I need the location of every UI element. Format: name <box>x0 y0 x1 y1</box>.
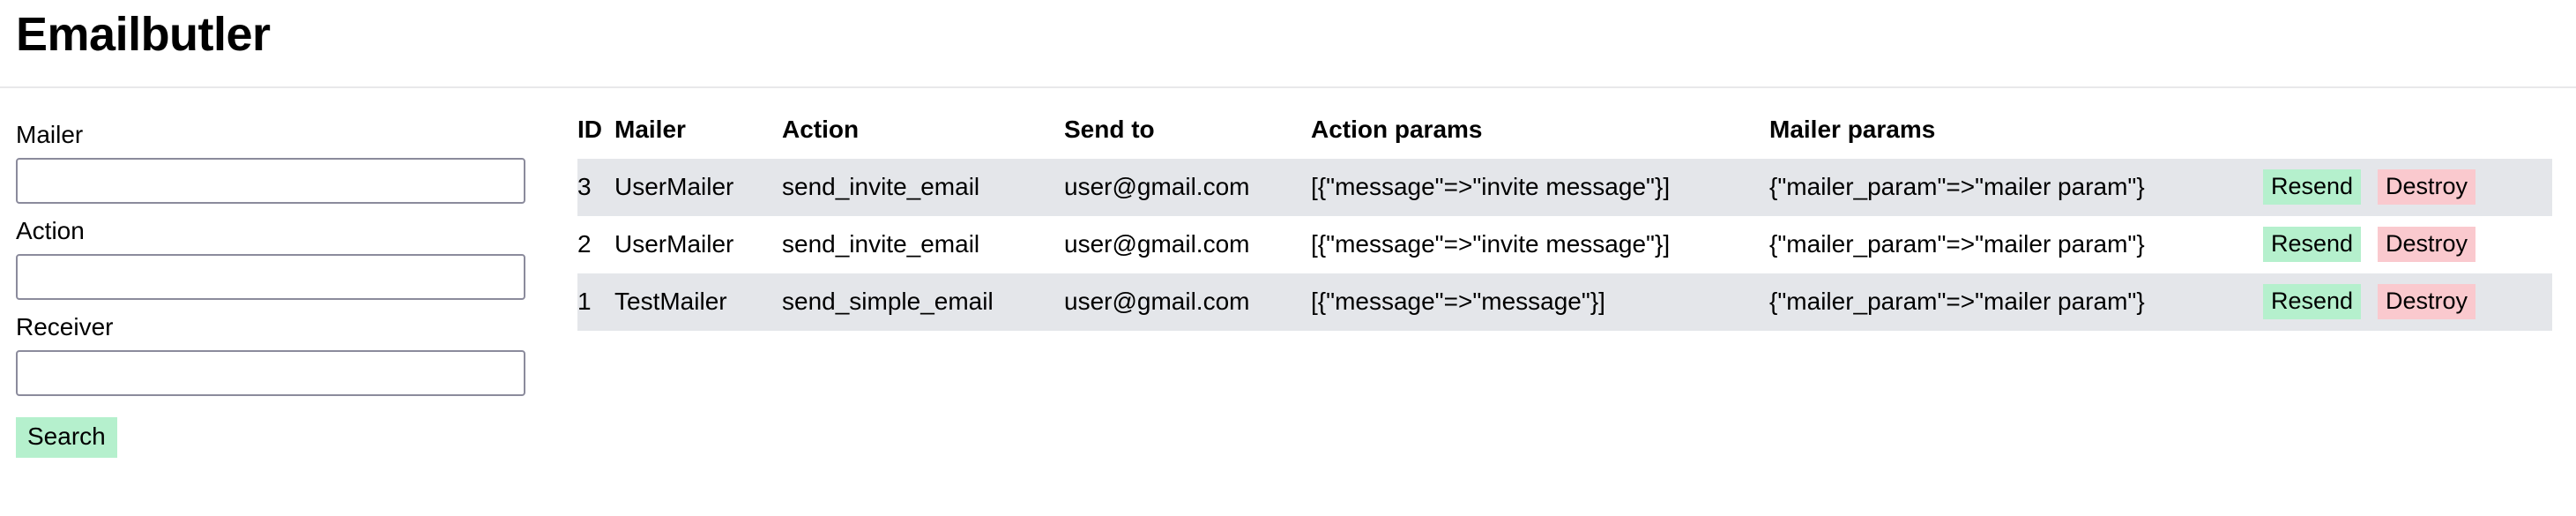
destroy-button[interactable]: Destroy <box>2378 284 2476 319</box>
cell-id: 3 <box>577 159 614 216</box>
cell-action-params: [{"message"=>"invite message"}] <box>1311 159 1769 216</box>
table-row: 2 UserMailer send_invite_email user@gmai… <box>577 216 2552 273</box>
cell-id: 2 <box>577 216 614 273</box>
mailer-field-label: Mailer <box>16 121 84 148</box>
table-row: 1 TestMailer send_simple_email user@gmai… <box>577 273 2552 331</box>
column-header-action-params: Action params <box>1311 116 1483 143</box>
cell-destroy: Destroy <box>2378 273 2501 331</box>
column-header-mailer-params: Mailer params <box>1769 116 1936 143</box>
column-header-mailer: Mailer <box>614 116 686 143</box>
column-header-action: Action <box>782 116 860 143</box>
cell-mailer-params: {"mailer_param"=>"mailer param"} <box>1769 159 2263 216</box>
cell-pad <box>2501 159 2552 216</box>
cell-mailer-params: {"mailer_param"=>"mailer param"} <box>1769 216 2263 273</box>
cell-pad <box>2501 273 2552 331</box>
table-row: 3 UserMailer send_invite_email user@gmai… <box>577 159 2552 216</box>
cell-id: 1 <box>577 273 614 331</box>
cell-action: send_invite_email <box>782 216 1064 273</box>
column-header-destroy-blank <box>2378 115 2501 159</box>
resend-button[interactable]: Resend <box>2263 284 2362 319</box>
cell-resend: Resend <box>2263 216 2378 273</box>
cell-action-params: [{"message"=>"message"}] <box>1311 273 1769 331</box>
resend-button[interactable]: Resend <box>2263 169 2362 205</box>
cell-send-to: user@gmail.com <box>1064 273 1311 331</box>
column-header-id: ID <box>577 116 602 143</box>
records-table-head: ID Mailer Action Send to Action params M… <box>577 115 2552 159</box>
records-table: ID Mailer Action Send to Action params M… <box>577 115 2552 331</box>
cell-action-params: [{"message"=>"invite message"}] <box>1311 216 1769 273</box>
cell-destroy: Destroy <box>2378 159 2501 216</box>
cell-mailer-params: {"mailer_param"=>"mailer param"} <box>1769 273 2263 331</box>
cell-mailer: UserMailer <box>614 159 782 216</box>
page-title: Emailbutler <box>16 8 271 61</box>
resend-button[interactable]: Resend <box>2263 227 2362 262</box>
destroy-button[interactable]: Destroy <box>2378 169 2476 205</box>
cell-pad <box>2501 216 2552 273</box>
records-table-container: ID Mailer Action Send to Action params M… <box>577 115 2552 331</box>
field-group-mailer: Mailer <box>16 120 527 204</box>
app-root: Emailbutler Mailer Action Receiver Searc… <box>0 0 2576 516</box>
search-form: Mailer Action Receiver Search <box>16 120 527 458</box>
cell-send-to: user@gmail.com <box>1064 159 1311 216</box>
table-header-row: ID Mailer Action Send to Action params M… <box>577 115 2552 159</box>
field-group-action: Action <box>16 216 527 300</box>
cell-action: send_invite_email <box>782 159 1064 216</box>
cell-resend: Resend <box>2263 159 2378 216</box>
app-header: Emailbutler <box>0 0 2576 88</box>
action-field-label: Action <box>16 217 85 244</box>
receiver-field-label: Receiver <box>16 313 114 340</box>
column-header-pad-blank <box>2501 115 2552 159</box>
destroy-button[interactable]: Destroy <box>2378 227 2476 262</box>
column-header-resend-blank <box>2263 115 2378 159</box>
mailer-input[interactable] <box>16 158 525 204</box>
records-table-body: 3 UserMailer send_invite_email user@gmai… <box>577 159 2552 331</box>
receiver-input[interactable] <box>16 350 525 396</box>
cell-mailer: UserMailer <box>614 216 782 273</box>
cell-send-to: user@gmail.com <box>1064 216 1311 273</box>
cell-action: send_simple_email <box>782 273 1064 331</box>
cell-mailer: TestMailer <box>614 273 782 331</box>
cell-resend: Resend <box>2263 273 2378 331</box>
search-button[interactable]: Search <box>16 417 117 458</box>
column-header-send-to: Send to <box>1064 116 1155 143</box>
cell-destroy: Destroy <box>2378 216 2501 273</box>
action-input[interactable] <box>16 254 525 300</box>
field-group-receiver: Receiver <box>16 312 527 396</box>
